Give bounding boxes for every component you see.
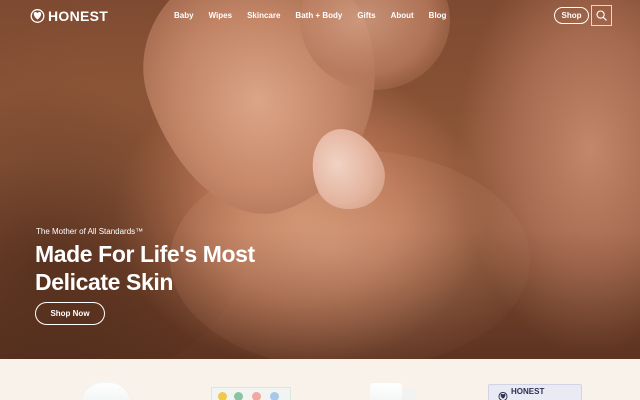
butterfly-icon (498, 388, 508, 400)
brand-logo[interactable]: HONEST (30, 8, 108, 24)
product-card-diaper-pack[interactable]: HONEST (488, 384, 582, 400)
shop-now-button[interactable]: Shop Now (35, 302, 105, 325)
shop-button[interactable]: Shop (554, 7, 589, 24)
nav-link-baby[interactable]: Baby (174, 11, 194, 20)
product-card-skincare-tube[interactable] (370, 383, 402, 400)
product-card-wipes-pack[interactable] (211, 387, 291, 400)
nav-link-skincare[interactable]: Skincare (247, 11, 280, 20)
search-icon (596, 10, 607, 21)
hero-image-finger (117, 0, 413, 240)
hero-eyebrow: The Mother of All Standards™ (36, 227, 144, 236)
product-card-lotion-tub[interactable] (81, 381, 131, 400)
product-brand-label: HONEST (511, 387, 545, 396)
hero-headline: Made For Life's Most Delicate Skin (35, 241, 255, 295)
pattern-dot (218, 392, 227, 400)
search-button[interactable] (591, 5, 612, 26)
nav-link-bath-body[interactable]: Bath + Body (295, 11, 342, 20)
nav-link-about[interactable]: About (391, 11, 414, 20)
hero-image-fingernail (299, 117, 395, 221)
hero-banner: HONEST Baby Wipes Skincare Bath + Body G… (0, 0, 640, 359)
product-card-skincare-tube-small[interactable] (402, 389, 416, 400)
butterfly-icon (30, 9, 45, 23)
product-carousel: HONEST (0, 359, 640, 400)
brand-name: HONEST (48, 8, 109, 24)
nav-link-wipes[interactable]: Wipes (209, 11, 233, 20)
pattern-dot (270, 392, 279, 400)
pattern-dot (234, 392, 243, 400)
pattern-dot (252, 392, 261, 400)
main-nav: HONEST Baby Wipes Skincare Bath + Body G… (0, 0, 640, 32)
nav-link-blog[interactable]: Blog (429, 11, 447, 20)
nav-link-gifts[interactable]: Gifts (357, 11, 375, 20)
nav-links: Baby Wipes Skincare Bath + Body Gifts Ab… (174, 11, 461, 20)
page: HONEST Baby Wipes Skincare Bath + Body G… (0, 0, 640, 400)
